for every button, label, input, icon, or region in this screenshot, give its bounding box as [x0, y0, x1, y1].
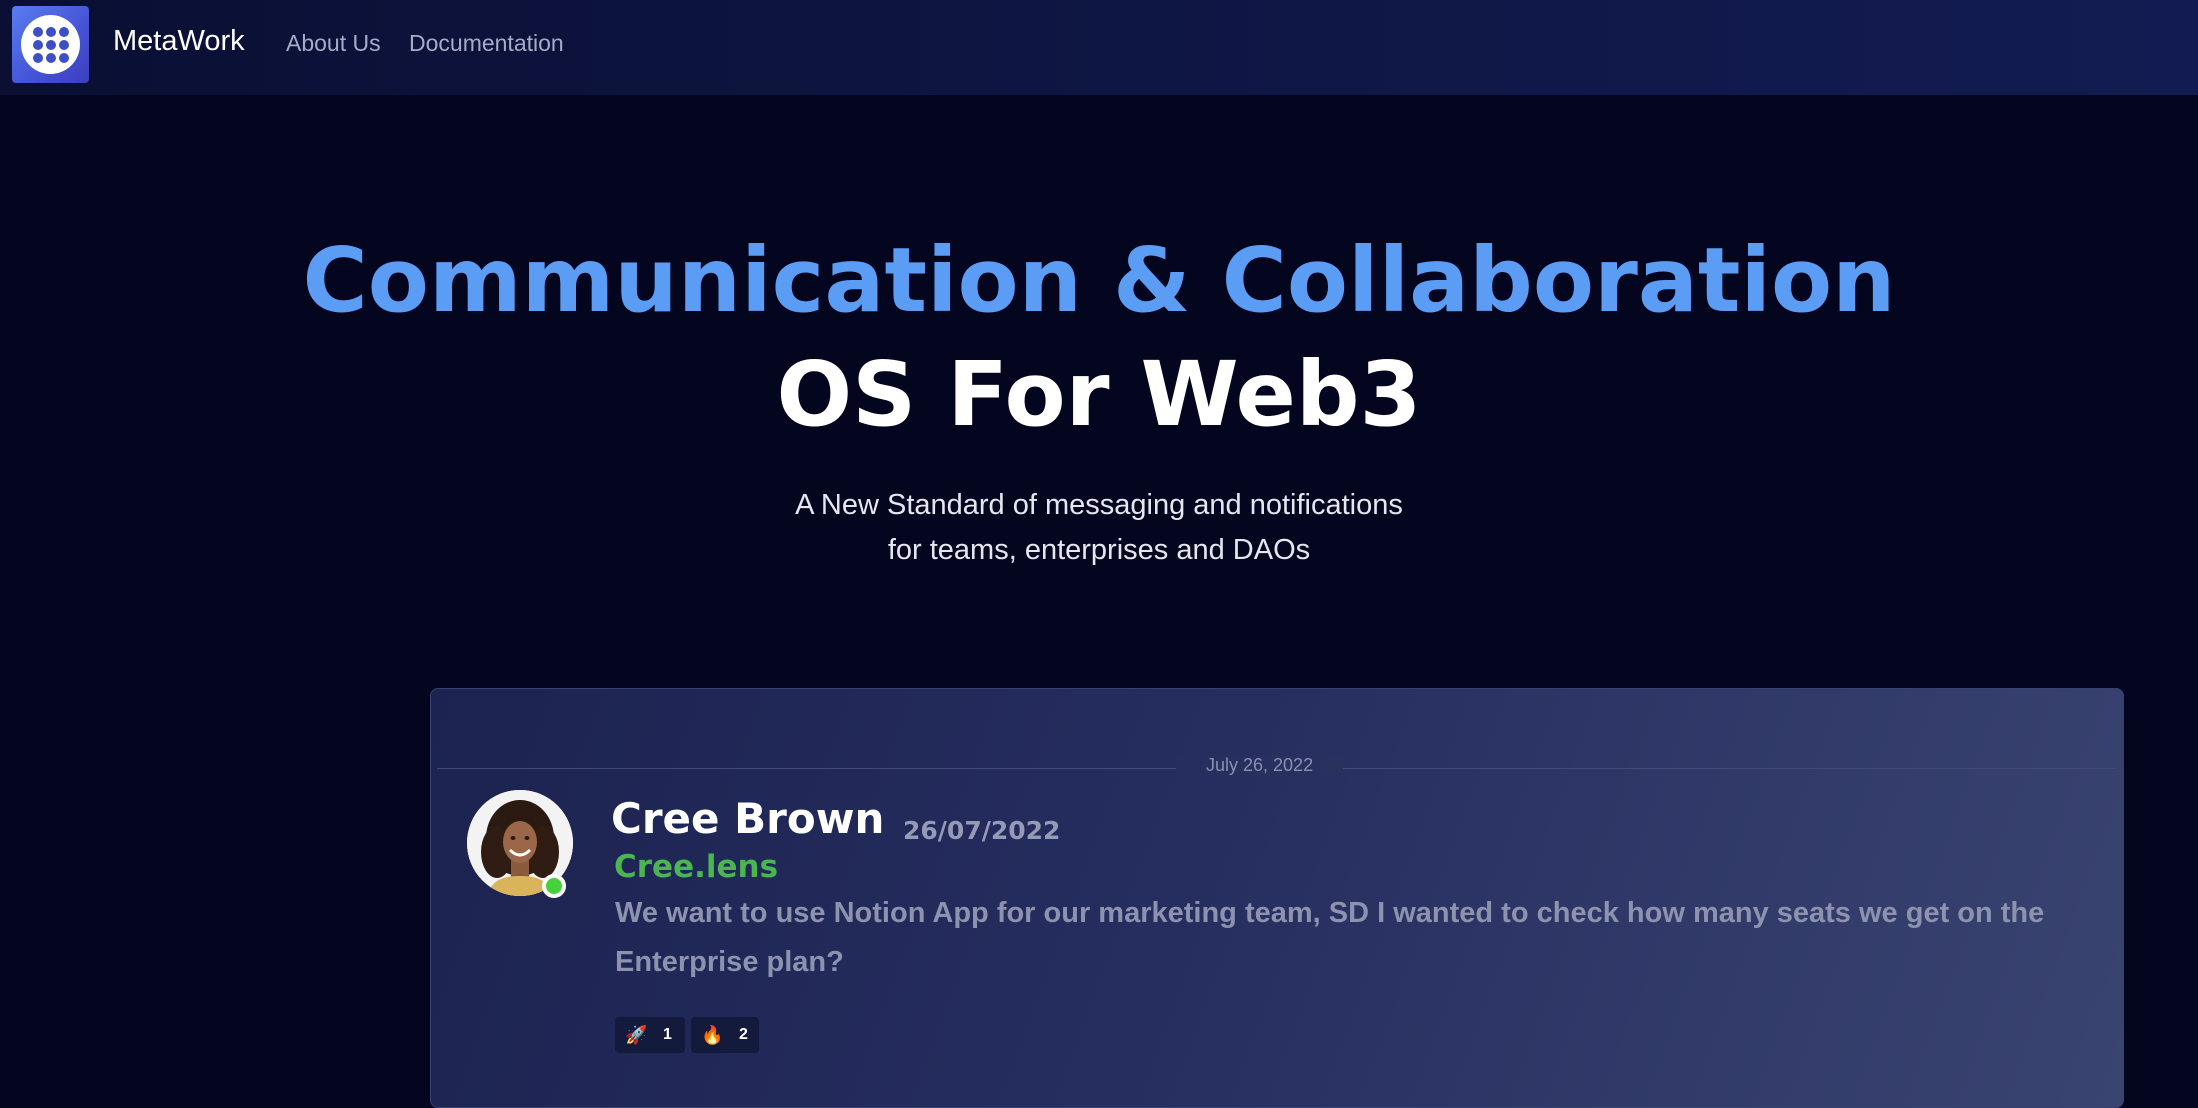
hero-subtitle-line-1: A New Standard of messaging and notifica… — [795, 489, 1403, 521]
reaction-count: 1 — [663, 1026, 672, 1043]
top-navbar: MetaWork About Us Documentation — [0, 0, 2198, 95]
logo-dot — [45, 26, 56, 37]
online-status-indicator — [542, 874, 566, 898]
message-author-name[interactable]: Cree Brown — [611, 794, 884, 843]
logo-dot — [32, 39, 43, 50]
reaction-count: 2 — [739, 1026, 748, 1043]
logo-dot — [58, 26, 69, 37]
metawork-logo[interactable] — [12, 6, 89, 83]
message-date: 26/07/2022 — [903, 816, 1061, 845]
logo-dot — [45, 52, 56, 63]
nav-link-about-us[interactable]: About Us — [286, 30, 381, 57]
nav-link-documentation[interactable]: Documentation — [409, 30, 564, 57]
hero-subtitle: A New Standard of messaging and notifica… — [0, 483, 2198, 573]
logo-dot — [32, 52, 43, 63]
logo-dot — [58, 39, 69, 50]
grid-dots-icon — [21, 15, 80, 74]
hero-subtitle-line-2: for teams, enterprises and DAOs — [887, 534, 1311, 566]
logo-dot — [45, 39, 56, 50]
message-author-handle[interactable]: Cree.lens — [614, 849, 778, 885]
message-text: We want to use Notion App for our market… — [615, 897, 2045, 978]
brand-name[interactable]: MetaWork — [113, 25, 245, 58]
rocket-icon: 🚀 — [625, 1024, 648, 1045]
hero-title-line-1: Communication & Collaboration — [302, 228, 1896, 332]
hero-title-line-2: OS For Web3 — [776, 342, 1422, 446]
reaction-fire[interactable]: 🔥 2 — [691, 1017, 759, 1053]
logo-dot — [32, 26, 43, 37]
logo-dot — [58, 52, 69, 63]
reaction-rocket[interactable]: 🚀 1 — [615, 1017, 685, 1053]
chat-preview-card: July 26, 2022 Cree Brown 26/07/2022 Cree… — [430, 688, 2124, 1108]
date-divider-label: July 26, 2022 — [1176, 755, 1344, 776]
fire-icon: 🔥 — [701, 1024, 724, 1045]
